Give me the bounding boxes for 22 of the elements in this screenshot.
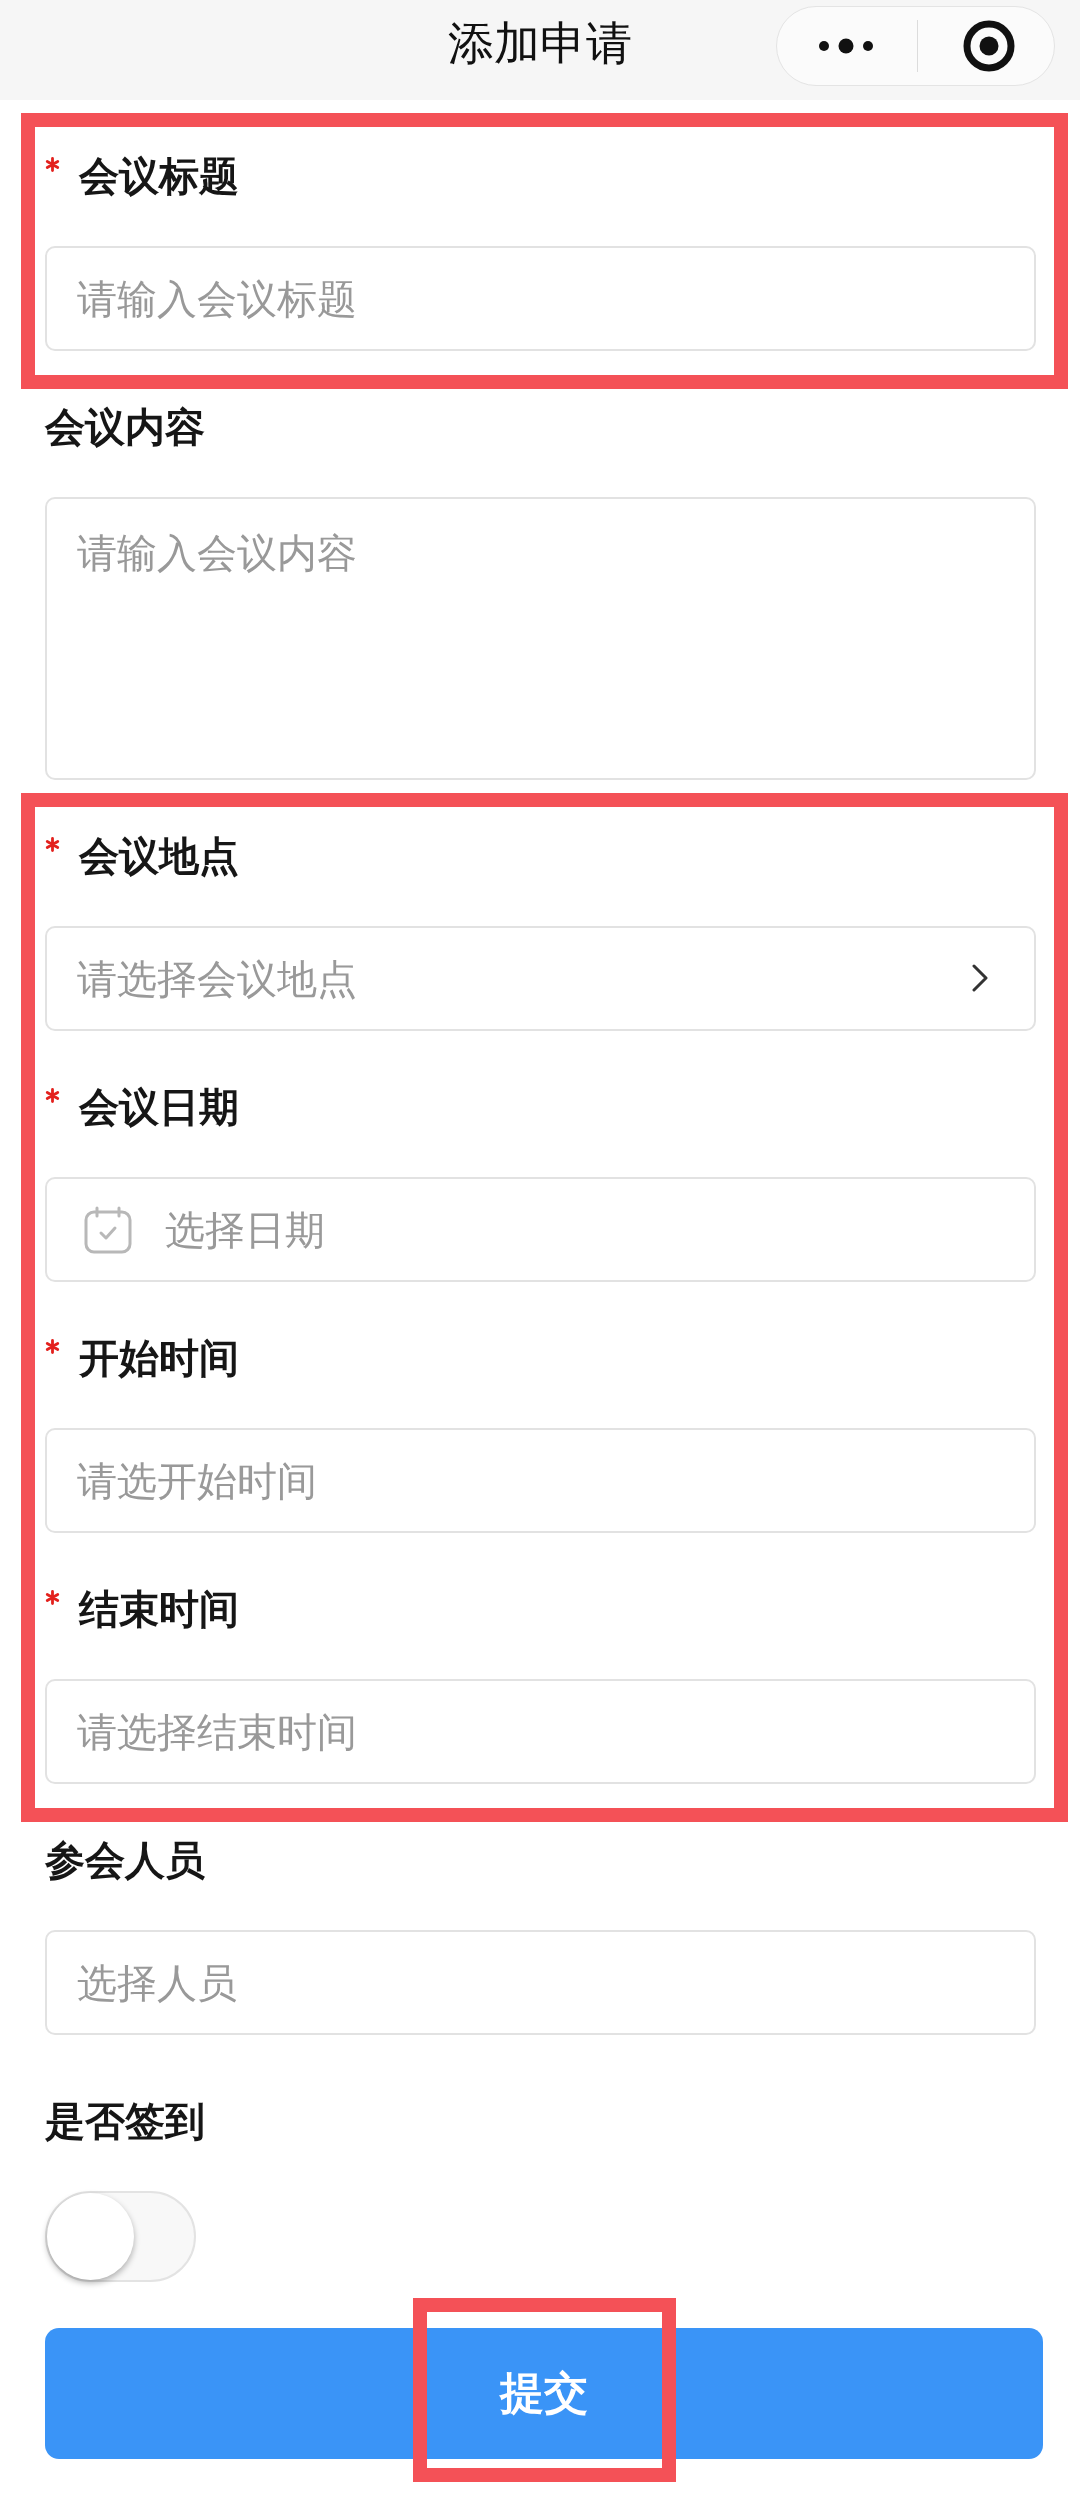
textarea-field[interactable]: 请输入会议内容: [45, 497, 1036, 780]
more-icon[interactable]: [818, 38, 874, 54]
field-label: 会议标题: [79, 152, 239, 201]
field-label: 会议内容: [45, 403, 205, 452]
input-field[interactable]: 请输入会议标题: [45, 246, 1036, 351]
chevron-right-icon: [972, 964, 988, 992]
input-field[interactable]: 请选开始时间: [45, 1428, 1036, 1533]
input-field[interactable]: 请选择结束时间: [45, 1679, 1036, 1784]
field-label: 会议地点: [79, 832, 239, 881]
submit-button[interactable]: 提交: [45, 2328, 1043, 2459]
toggle-switch[interactable]: [45, 2191, 196, 2282]
field-label: 开始时间: [79, 1334, 239, 1383]
field-label: 结束时间: [79, 1585, 239, 1634]
field-label: 会议日期: [79, 1083, 239, 1132]
input-field[interactable]: 选择人员: [45, 1930, 1036, 2035]
nav-title: 添加申请: [448, 15, 632, 72]
field-label: 是否签到: [45, 2097, 205, 2146]
picker-field[interactable]: 请选择会议地点: [45, 926, 1036, 1031]
date-field[interactable]: 选择日期: [45, 1177, 1036, 1282]
circle-dot-icon[interactable]: [963, 20, 1015, 72]
calendar-icon: [84, 1206, 132, 1254]
field-label: 参会人员: [45, 1836, 205, 1885]
